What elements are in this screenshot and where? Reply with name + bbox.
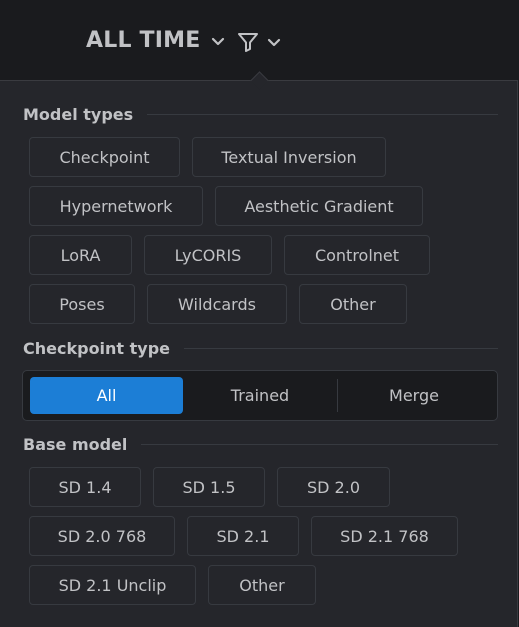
chip-lora[interactable]: LoRA bbox=[29, 235, 132, 275]
chip-sd-2-0[interactable]: SD 2.0 bbox=[277, 467, 390, 507]
base-model-heading: Base model bbox=[23, 435, 498, 454]
period-label: ALL TIME bbox=[86, 28, 201, 53]
chip-aesthetic-gradient[interactable]: Aesthetic Gradient bbox=[215, 186, 423, 226]
chip-wildcards[interactable]: Wildcards bbox=[147, 284, 287, 324]
chip-sd-1-5[interactable]: SD 1.5 bbox=[153, 467, 265, 507]
model-types-heading: Model types bbox=[23, 105, 498, 124]
divider bbox=[147, 114, 498, 115]
chip-textual-inversion[interactable]: Textual Inversion bbox=[192, 137, 386, 177]
chip-other-model-type[interactable]: Other bbox=[299, 284, 407, 324]
chip-sd-2-0-768[interactable]: SD 2.0 768 bbox=[29, 516, 175, 556]
chip-other-base-model[interactable]: Other bbox=[208, 565, 316, 605]
model-types-title: Model types bbox=[23, 105, 134, 124]
divider bbox=[184, 348, 498, 349]
chip-poses[interactable]: Poses bbox=[29, 284, 135, 324]
chip-sd-2-1[interactable]: SD 2.1 bbox=[187, 516, 299, 556]
filter-button[interactable] bbox=[236, 30, 282, 54]
chip-sd-2-1-unclip[interactable]: SD 2.1 Unclip bbox=[29, 565, 196, 605]
divider bbox=[141, 444, 498, 445]
chip-sd-1-4[interactable]: SD 1.4 bbox=[29, 467, 141, 507]
chevron-down-icon bbox=[267, 38, 281, 47]
chip-controlnet[interactable]: Controlnet bbox=[284, 235, 430, 275]
segment-trained[interactable]: Trained bbox=[185, 377, 335, 414]
chip-lycoris[interactable]: LyCORIS bbox=[144, 235, 272, 275]
checkpoint-type-title: Checkpoint type bbox=[23, 339, 171, 358]
segment-all[interactable]: All bbox=[30, 377, 183, 414]
period-selector[interactable]: ALL TIME bbox=[86, 28, 226, 53]
filter-icon bbox=[238, 33, 258, 52]
segment-merge[interactable]: Merge bbox=[339, 377, 489, 414]
chip-hypernetwork[interactable]: Hypernetwork bbox=[29, 186, 203, 226]
base-model-title: Base model bbox=[23, 435, 128, 454]
checkpoint-type-segmented-control: All Trained Merge bbox=[22, 370, 498, 421]
checkpoint-type-heading: Checkpoint type bbox=[23, 339, 498, 358]
chevron-down-icon bbox=[212, 37, 225, 45]
chip-checkpoint[interactable]: Checkpoint bbox=[29, 137, 180, 177]
segment-divider bbox=[337, 379, 338, 412]
top-bar: ALL TIME bbox=[0, 0, 519, 80]
chip-sd-2-1-768[interactable]: SD 2.1 768 bbox=[311, 516, 458, 556]
